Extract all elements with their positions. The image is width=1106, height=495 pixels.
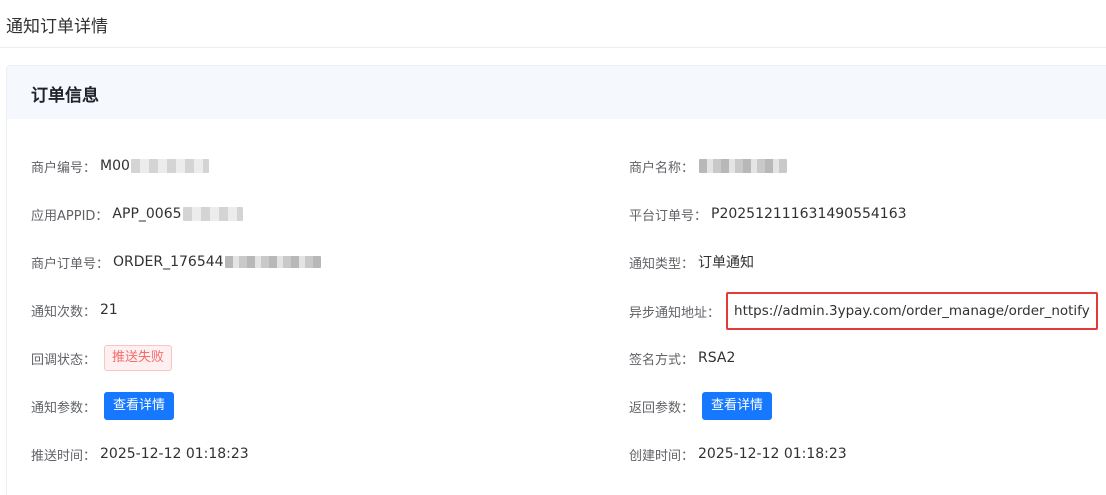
notify-count-value: 21 (100, 302, 118, 318)
create-time-value: 2025-12-12 01:18:23 (698, 446, 847, 462)
platform-order-value: P202512111631490554163 (711, 206, 907, 222)
field-create-time: 创建时间： 2025-12-12 01:18:23 (629, 440, 847, 468)
merchant-no-label: 商户编号： (31, 160, 97, 176)
masked-region (699, 159, 788, 173)
sign-method-label: 签名方式： (629, 352, 695, 368)
field-notify-count: 通知次数： 21 (31, 296, 118, 324)
merchant-no-value: M00 (100, 158, 130, 174)
field-sign-method: 签名方式： RSA2 (629, 344, 735, 372)
app-id-label: 应用APPID： (31, 208, 109, 224)
merchant-order-value: ORDER_176544 (113, 254, 224, 270)
notify-count-label: 通知次数： (31, 304, 97, 320)
notify-type-label: 通知类型： (629, 256, 695, 272)
notify-url-value: https://admin.3ypay.com/order_manage/ord… (726, 292, 1098, 330)
push-time-value: 2025-12-12 01:18:23 (100, 446, 249, 462)
sign-method-value: RSA2 (698, 350, 736, 366)
return-params-label: 返回参数： (629, 400, 695, 416)
field-app-id: 应用APPID： APP_0065 (31, 200, 243, 228)
field-callback-status: 回调状态： 推送失败 (31, 344, 173, 372)
create-time-label: 创建时间： (629, 448, 695, 464)
masked-region (130, 159, 209, 173)
card-title: 订单信息 (31, 86, 99, 106)
merchant-order-label: 商户订单号： (31, 256, 110, 272)
page-title: 通知订单详情 (6, 17, 108, 37)
view-return-params-button[interactable]: 查看详情 (702, 392, 773, 420)
card-header: 订单信息 (7, 66, 1106, 119)
notify-url-label: 异步通知地址： (629, 305, 721, 321)
masked-region (224, 256, 321, 268)
notify-params-label: 通知参数： (31, 400, 97, 416)
app-id-value: APP_0065 (112, 206, 182, 222)
field-notify-type: 通知类型： 订单通知 (629, 248, 754, 276)
field-merchant-order: 商户订单号： ORDER_176544 (31, 248, 321, 276)
platform-order-label: 平台订单号： (629, 208, 708, 224)
view-notify-params-button[interactable]: 查看详情 (104, 392, 175, 420)
notify-type-value: 订单通知 (698, 255, 755, 271)
callback-status-label: 回调状态： (31, 352, 97, 368)
field-notify-params: 通知参数： 查看详情 (31, 392, 175, 420)
merchant-name-label: 商户名称： (629, 160, 695, 176)
push-time-label: 推送时间： (31, 448, 97, 464)
field-push-time: 推送时间： 2025-12-12 01:18:23 (31, 440, 249, 468)
field-merchant-name: 商户名称： (629, 152, 788, 180)
field-platform-order: 平台订单号： P202512111631490554163 (629, 200, 907, 228)
masked-region (182, 207, 243, 221)
page-header: 通知订单详情 (0, 0, 1106, 48)
field-return-params: 返回参数： 查看详情 (629, 392, 773, 420)
field-notify-url: 异步通知地址： https://admin.3ypay.com/order_ma… (629, 292, 1098, 330)
status-badge: 推送失败 (104, 345, 173, 371)
order-info-card: 订单信息 商户编号： M00 应用APPID： APP_0065 商户订单号： … (6, 65, 1106, 495)
field-merchant-no: 商户编号： M00 (31, 152, 209, 180)
